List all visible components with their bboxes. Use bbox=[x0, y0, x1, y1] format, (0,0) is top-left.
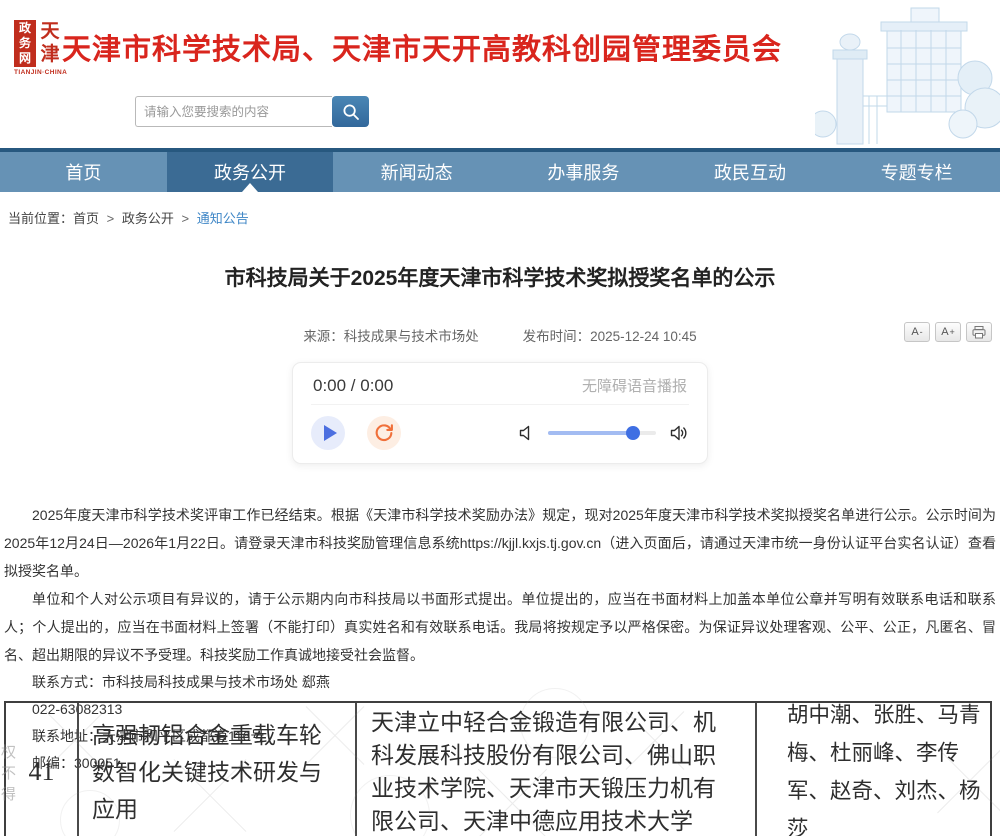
volume-low-icon[interactable] bbox=[517, 424, 535, 442]
printer-icon bbox=[972, 326, 986, 339]
player-time: 0:00 / 0:00 bbox=[313, 376, 393, 396]
print-button[interactable] bbox=[966, 322, 992, 342]
replay-button[interactable] bbox=[367, 416, 401, 450]
accessibility-audio-player: 0:00 / 0:00 无障碍语音播报 bbox=[292, 362, 708, 464]
play-icon bbox=[324, 425, 337, 441]
nav-item-special-topics[interactable]: 专题专栏 bbox=[833, 152, 1000, 192]
nav-item-home[interactable]: 首页 bbox=[0, 152, 167, 192]
nav-item-gov-disclosure[interactable]: 政务公开 bbox=[167, 152, 334, 192]
paragraph: 2025年度天津市科学技术奖评审工作已经结束。根据《天津市科学技术奖励办法》规定… bbox=[4, 501, 996, 585]
breadcrumb-separator: > bbox=[107, 211, 115, 226]
breadcrumb-home[interactable]: 首页 bbox=[73, 211, 99, 226]
paragraph: 单位和个人对公示项目有异议的，请于公示期内向市科技局以书面形式提出。单位提出的，… bbox=[4, 585, 996, 669]
nav-item-services[interactable]: 办事服务 bbox=[500, 152, 667, 192]
breadcrumb-separator: > bbox=[182, 211, 190, 226]
search-icon bbox=[341, 102, 361, 122]
play-button[interactable] bbox=[311, 416, 345, 450]
search-input[interactable] bbox=[135, 96, 332, 127]
breadcrumb-section[interactable]: 政务公开 bbox=[122, 211, 174, 226]
breadcrumb-current[interactable]: 通知公告 bbox=[197, 211, 249, 226]
volume-controls bbox=[517, 424, 689, 442]
replay-icon bbox=[373, 422, 395, 444]
volume-knob[interactable] bbox=[626, 426, 640, 440]
nav-item-news[interactable]: 新闻动态 bbox=[333, 152, 500, 192]
search-bar bbox=[135, 96, 369, 127]
font-decrease-button[interactable]: A- bbox=[904, 322, 930, 342]
award-row-number: 41 bbox=[6, 703, 79, 836]
article-body: 2025年度天津市科学技术奖评审工作已经结束。根据《天津市科学技术奖励办法》规定… bbox=[4, 501, 996, 669]
volume-high-icon[interactable] bbox=[669, 424, 689, 442]
volume-fill bbox=[548, 431, 633, 435]
site-logo[interactable]: 政务网 天津 TIANJIN·CHINA bbox=[14, 20, 64, 76]
nav-item-interaction[interactable]: 政民互动 bbox=[667, 152, 834, 192]
building-sketch-illustration bbox=[815, 0, 1000, 146]
site-title: 天津市科学技术局、天津市天开高教科创园管理委员会 bbox=[62, 26, 782, 68]
volume-slider[interactable] bbox=[548, 431, 656, 435]
main-navigation: 首页 政务公开 新闻动态 办事服务 政民互动 专题专栏 bbox=[0, 152, 1000, 192]
breadcrumb-label: 当前位置： bbox=[8, 211, 73, 226]
player-caption: 无障碍语音播报 bbox=[582, 375, 687, 396]
logo-seal-right: 天津 bbox=[38, 20, 62, 67]
font-tools: A- A+ bbox=[904, 322, 992, 342]
contact-line: 联系方式：市科技局科技成果与技术市场处 郄燕 bbox=[4, 669, 996, 696]
article-publish-time: 发布时间：2025-12-24 10:45 bbox=[523, 329, 697, 344]
award-people: 胡中潮、张胜、马青梅、杜丽峰、李传军、赵奇、刘杰、杨莎 bbox=[757, 703, 990, 836]
breadcrumb: 当前位置：首页 > 政务公开 > 通知公告 bbox=[0, 192, 1000, 227]
article-meta: 来源：科技成果与技术市场处 发布时间：2025-12-24 10:45 A- A… bbox=[0, 325, 1000, 347]
logo-caption: TIANJIN·CHINA bbox=[14, 69, 64, 76]
font-increase-button[interactable]: A+ bbox=[935, 322, 961, 342]
award-table: 41 高强韧铝合金重载车轮数智化关键技术研发与应用 天津立中轻合金锻造有限公司、… bbox=[4, 701, 992, 836]
site-header: 政务网 天津 TIANJIN·CHINA 天津市科学技术局、天津市天开高教科创园… bbox=[0, 0, 1000, 148]
logo-seal-left: 政务网 bbox=[14, 20, 36, 67]
award-project-name: 高强韧铝合金重载车轮数智化关键技术研发与应用 bbox=[79, 703, 357, 836]
page: 政务网 天津 TIANJIN·CHINA 天津市科学技术局、天津市天开高教科创园… bbox=[0, 0, 1000, 836]
article-title: 市科技局关于2025年度天津市科学技术奖拟授奖名单的公示 bbox=[0, 262, 1000, 292]
search-button[interactable] bbox=[332, 96, 369, 127]
article-source: 来源：科技成果与技术市场处 bbox=[303, 329, 479, 344]
award-organizations: 天津立中轻合金锻造有限公司、机科发展科技股份有限公司、佛山职业技术学院、天津市天… bbox=[357, 703, 757, 836]
